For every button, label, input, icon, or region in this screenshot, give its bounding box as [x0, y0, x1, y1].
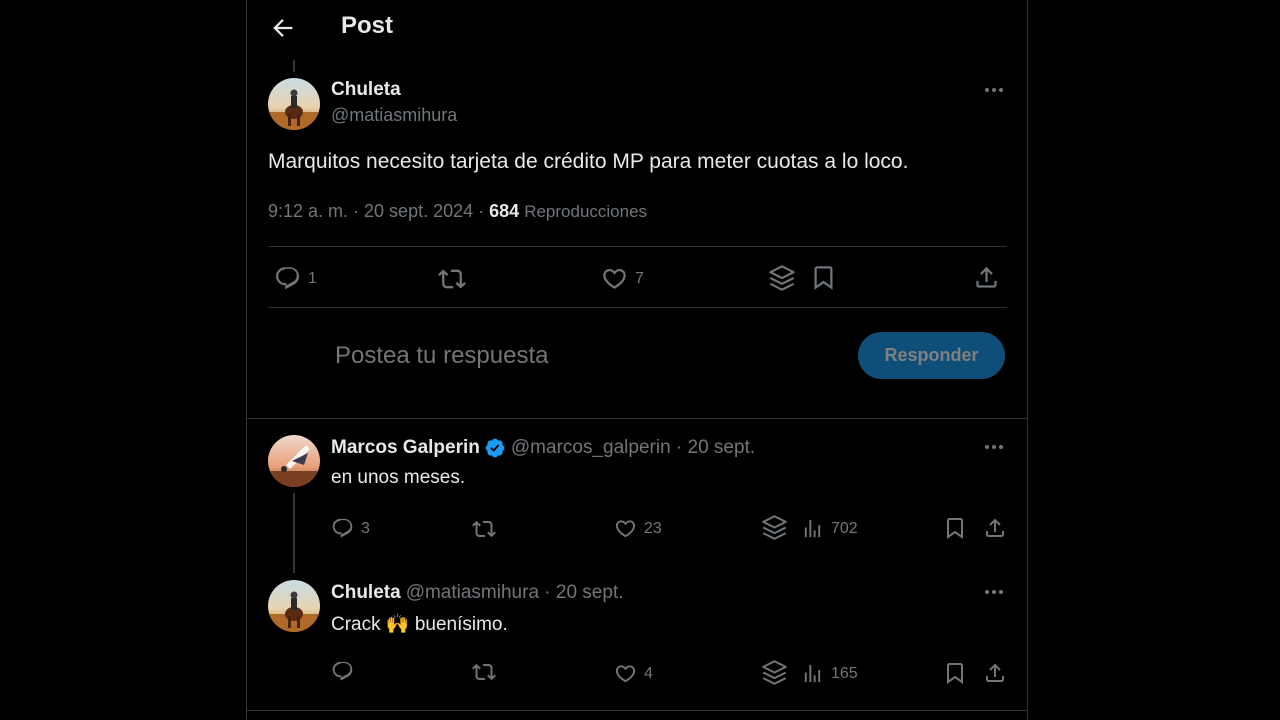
- grok-button[interactable]: [761, 514, 788, 541]
- more-icon[interactable]: [982, 435, 1006, 459]
- bookmark-button[interactable]: [943, 516, 967, 540]
- share-button[interactable]: [973, 264, 1000, 291]
- like-icon: [603, 268, 626, 289]
- views-button[interactable]: 165: [801, 662, 858, 685]
- grok-icon: [762, 515, 787, 540]
- share-button[interactable]: [983, 661, 1007, 685]
- view-count: 684: [489, 201, 520, 221]
- author-name[interactable]: Chuleta: [331, 79, 401, 101]
- reply-button[interactable]: 3: [331, 517, 370, 540]
- like-count: 7: [635, 269, 644, 287]
- like-icon: [615, 520, 636, 538]
- share-icon: [986, 663, 1004, 682]
- reply-count: 1: [308, 269, 317, 287]
- reply-button[interactable]: [331, 660, 361, 683]
- author-handle[interactable]: @matiasmihura: [331, 105, 457, 126]
- post-text: Marquitos necesito tarjeta de crédito MP…: [268, 150, 909, 173]
- verified-icon: [485, 438, 505, 458]
- retweet-icon: [438, 269, 466, 289]
- post-timestamp[interactable]: 9:12 a. m. · 20 sept. 2024 ·: [268, 201, 489, 221]
- grok-icon: [762, 660, 787, 685]
- divider: [247, 710, 1027, 711]
- author-handle[interactable]: @marcos_galperin · 20 sept.: [511, 437, 755, 459]
- author-name[interactable]: Chuleta: [331, 582, 401, 604]
- share-button[interactable]: [983, 516, 1007, 540]
- grok-icon: [769, 265, 795, 291]
- view-count: 165: [831, 664, 858, 682]
- like-button[interactable]: 7: [601, 265, 644, 292]
- views-label: Reproducciones: [524, 202, 648, 221]
- reply-count: 3: [361, 519, 370, 537]
- like-button[interactable]: 23: [614, 517, 662, 540]
- reply-icon: [275, 267, 300, 290]
- avatar[interactable]: [268, 580, 320, 632]
- post-meta: 9:12 a. m. · 20 sept. 2024 · 684 Reprodu…: [268, 201, 647, 222]
- reply-header: Chuleta @matiasmihura · 20 sept.: [331, 582, 624, 604]
- avatar[interactable]: [268, 78, 320, 130]
- share-icon: [986, 518, 1004, 537]
- more-icon[interactable]: [982, 580, 1006, 604]
- author-handle[interactable]: @matiasmihura · 20 sept.: [406, 582, 624, 604]
- reply-composer: Responder: [247, 308, 1027, 419]
- reply-text: en unos meses.: [331, 467, 466, 488]
- retweet-button[interactable]: [472, 517, 496, 541]
- bookmark-button[interactable]: [810, 264, 837, 291]
- author-name[interactable]: Marcos Galperin: [331, 437, 480, 459]
- views-button[interactable]: 702: [801, 517, 858, 540]
- reply-text: Crack 🙌 buenísimo.: [331, 614, 508, 635]
- header: Post: [247, 0, 1027, 56]
- reply-header: Marcos Galperin @marcos_galperin · 20 se…: [331, 437, 755, 459]
- view-count: 702: [831, 519, 858, 537]
- bookmark-icon: [814, 266, 833, 290]
- views-icon: [804, 664, 821, 683]
- more-icon[interactable]: [982, 78, 1006, 102]
- reply-icon: [332, 661, 353, 681]
- reply-icon: [332, 518, 353, 538]
- grok-button[interactable]: [768, 264, 796, 292]
- reply-button[interactable]: 1: [274, 265, 317, 292]
- divider: [268, 246, 1007, 247]
- timeline-column: Post Chuleta @matiasmihura Marquitos nec…: [246, 0, 1028, 720]
- share-icon: [976, 266, 997, 288]
- grok-button[interactable]: [761, 659, 788, 686]
- avatar[interactable]: [268, 435, 320, 487]
- thread-line: [293, 60, 295, 72]
- bookmark-icon: [947, 663, 963, 684]
- like-count: 23: [644, 519, 662, 537]
- back-arrow-icon[interactable]: [269, 14, 297, 42]
- retweet-icon: [472, 520, 496, 538]
- bookmark-icon: [947, 518, 963, 539]
- views-icon: [804, 519, 821, 538]
- reply-input[interactable]: [333, 341, 837, 371]
- bookmark-button[interactable]: [943, 661, 967, 685]
- retweet-button[interactable]: [438, 265, 466, 293]
- thread-line: [293, 493, 295, 573]
- retweet-icon: [472, 663, 496, 681]
- like-button[interactable]: 4: [614, 662, 653, 685]
- page-title: Post: [341, 12, 394, 39]
- reply-submit-button[interactable]: Responder: [858, 332, 1005, 379]
- retweet-button[interactable]: [472, 660, 496, 684]
- like-count: 4: [644, 664, 653, 682]
- like-icon: [615, 665, 636, 683]
